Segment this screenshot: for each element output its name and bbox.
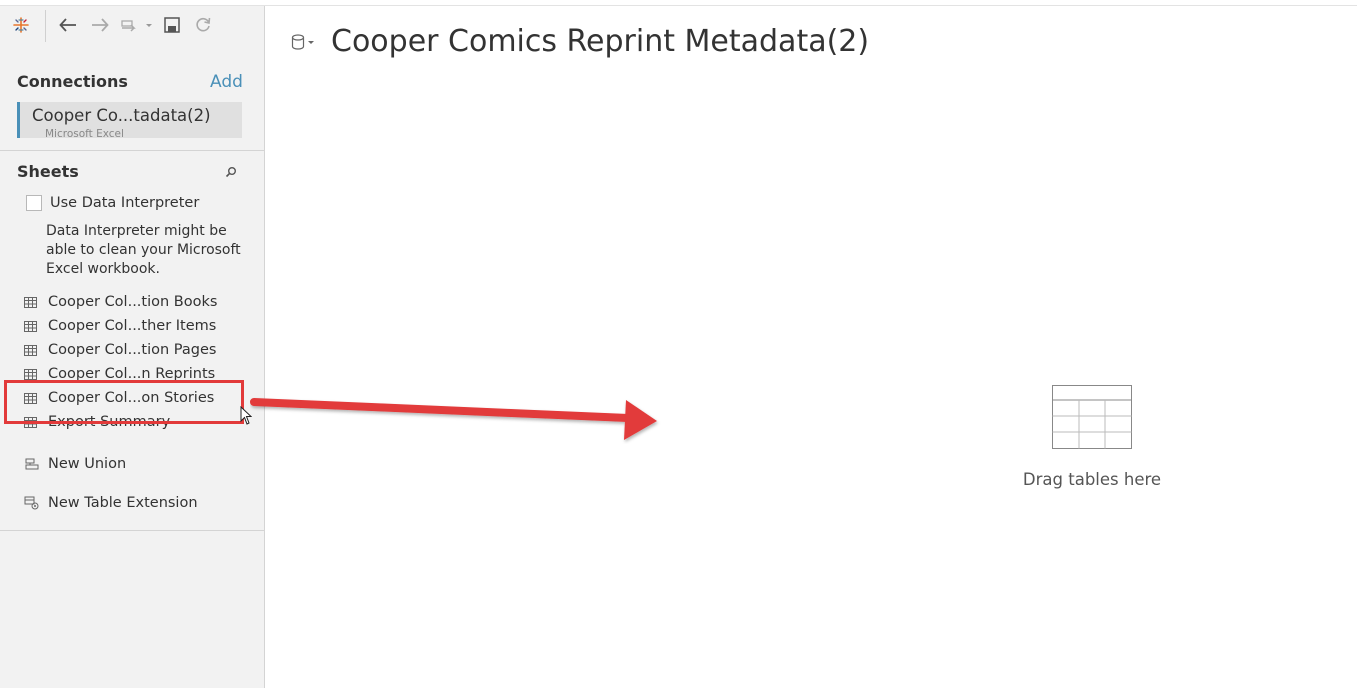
table-icon — [24, 368, 37, 380]
main-canvas: Cooper Comics Reprint Metadata(2) Drag t… — [265, 6, 1357, 688]
new-union-label: New Union — [48, 456, 127, 472]
highlight-annotation — [4, 380, 244, 424]
sidebar-divider — [0, 150, 264, 151]
datasource-cylinder-icon[interactable] — [291, 34, 315, 50]
toolbar — [0, 6, 264, 46]
tableau-logo-icon[interactable] — [10, 14, 32, 36]
sidebar: Connections Add Cooper Co...tadata(2) Mi… — [0, 6, 265, 688]
new-table-extension-label: New Table Extension — [48, 495, 198, 511]
sheet-item[interactable]: Cooper Col...tion Books — [24, 292, 244, 312]
sidebar-bottom-divider — [0, 530, 264, 531]
red-arrow-annotation — [250, 398, 657, 440]
table-placeholder-icon — [1052, 385, 1132, 449]
drop-zone-label: Drag tables here — [1022, 470, 1162, 489]
sheet-label: Cooper Col...tion Pages — [48, 342, 217, 358]
union-icon — [25, 458, 39, 470]
back-arrow-icon[interactable] — [57, 14, 79, 36]
table-extension-icon — [24, 496, 39, 510]
redo-dropdown-icon[interactable] — [119, 14, 155, 36]
sheets-heading: Sheets — [17, 162, 79, 181]
save-icon[interactable] — [161, 14, 183, 36]
toolbar-separator — [45, 10, 46, 42]
refresh-icon[interactable] — [192, 14, 214, 36]
sheet-label: Cooper Col...ther Items — [48, 318, 217, 334]
connection-item[interactable]: Cooper Co...tadata(2) Microsoft Excel — [17, 102, 242, 138]
new-table-extension-button[interactable]: New Table Extension — [24, 493, 198, 513]
sheet-item[interactable]: Cooper Col...ther Items — [24, 316, 244, 336]
table-icon — [24, 296, 37, 308]
connection-name: Cooper Co...tadata(2) — [32, 106, 211, 125]
data-interpreter-checkbox[interactable] — [26, 195, 42, 211]
sheet-item[interactable]: Cooper Col...tion Pages — [24, 340, 244, 360]
new-union-button[interactable]: New Union — [24, 454, 126, 474]
table-icon — [24, 320, 37, 332]
connection-type: Microsoft Excel — [45, 128, 124, 138]
sheet-label: Cooper Col...tion Books — [48, 294, 218, 310]
connections-heading: Connections — [17, 72, 128, 91]
data-interpreter-label[interactable]: Use Data Interpreter — [50, 195, 199, 211]
data-interpreter-description: Data Interpreter might be able to clean … — [46, 223, 241, 277]
table-icon — [24, 344, 37, 356]
add-connection-link[interactable]: Add — [210, 72, 243, 92]
search-icon[interactable] — [224, 164, 238, 178]
tableau-data-source-page: Connections Add Cooper Co...tadata(2) Mi… — [0, 0, 1357, 688]
forward-arrow-icon[interactable] — [89, 14, 111, 36]
datasource-title[interactable]: Cooper Comics Reprint Metadata(2) — [331, 24, 869, 59]
